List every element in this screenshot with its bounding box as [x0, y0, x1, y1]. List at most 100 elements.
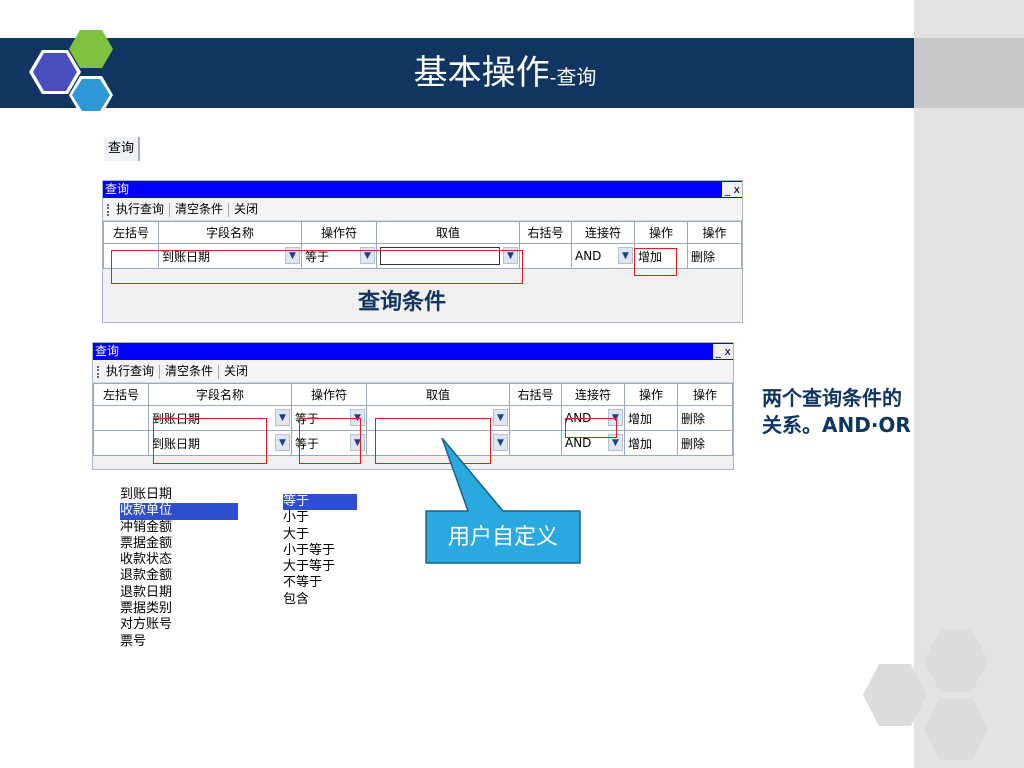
query-button[interactable]: 查询: [104, 137, 141, 161]
side-note: 两个查询条件的 关系。AND·OR: [762, 385, 911, 439]
column-header: 取值: [366, 383, 510, 406]
operator-value: 等于: [295, 436, 320, 451]
column-header: 右括号: [509, 383, 562, 406]
field-option-item[interactable]: 票号: [120, 634, 238, 650]
clear-conditions-button[interactable]: 清空条件: [165, 364, 213, 378]
connector-value: AND: [575, 249, 602, 263]
chevron-down-icon[interactable]: ▼: [360, 247, 375, 264]
decorative-hexagons-icon: [863, 630, 988, 760]
toolbar-grip-icon: [97, 365, 102, 378]
left-bracket-input[interactable]: [93, 430, 149, 456]
clear-conditions-button[interactable]: 清空条件: [175, 202, 223, 216]
operator-option-item[interactable]: 不等于: [283, 575, 357, 591]
condition-caption: 查询条件: [357, 290, 446, 315]
toolbar-grip-icon: [107, 203, 112, 216]
column-header: 取值: [376, 221, 520, 244]
toolbar-separator: [218, 364, 220, 379]
operator-option-item[interactable]: 等于: [283, 494, 357, 511]
right-bracket-input[interactable]: [519, 243, 572, 269]
add-condition-link[interactable]: 增加: [634, 243, 688, 269]
chevron-down-icon[interactable]: ▼: [503, 247, 518, 264]
delete-condition-link[interactable]: 删除: [677, 405, 733, 431]
chevron-down-icon[interactable]: ▼: [285, 247, 300, 264]
operator-option-item[interactable]: 大于等于: [283, 559, 357, 575]
hexagon-logo-icon: [29, 30, 113, 114]
window-controls[interactable]: _ x: [713, 344, 733, 359]
table-row: 到账日期 ▼ 等于 ▼ ▼ AND ▼ 增加 删除: [103, 243, 742, 269]
add-condition-link[interactable]: 增加: [624, 405, 678, 431]
field-option-item[interactable]: 退款日期: [120, 585, 238, 601]
table-header-row: 左括号 字段名称 操作符 取值 右括号 连接符 操作 操作: [93, 383, 733, 406]
left-bracket-input[interactable]: [93, 405, 149, 431]
chevron-down-icon[interactable]: ▼: [275, 434, 290, 451]
side-note-line1: 两个查询条件的: [762, 386, 902, 410]
toolbar: 执行查询 清空条件 关闭: [93, 360, 733, 383]
operator-select[interactable]: 等于 ▼: [291, 405, 367, 431]
chevron-down-icon[interactable]: ▼: [275, 409, 290, 426]
panel-titlebar: 查询 _ x: [93, 343, 733, 360]
field-option-item[interactable]: 冲销金额: [120, 520, 238, 536]
field-option-item[interactable]: 收款状态: [120, 552, 238, 568]
chevron-down-icon[interactable]: ▼: [350, 434, 365, 451]
operator-option-item[interactable]: 小于: [283, 510, 357, 526]
field-option-item[interactable]: 收款单位: [120, 503, 238, 520]
window-controls[interactable]: _ x: [722, 182, 742, 197]
chevron-down-icon[interactable]: ▼: [618, 247, 633, 264]
operator-option-item[interactable]: 大于: [283, 527, 357, 543]
field-name-value: 到账日期: [152, 411, 201, 426]
operator-option-item[interactable]: 包含: [283, 592, 357, 608]
field-option-item[interactable]: 票据类别: [120, 601, 238, 617]
left-bracket-input[interactable]: [103, 243, 159, 269]
toolbar: 执行查询 清空条件 关闭: [103, 198, 742, 221]
connector-select[interactable]: AND ▼: [561, 405, 625, 431]
add-condition-link[interactable]: 增加: [624, 430, 678, 456]
chevron-down-icon[interactable]: ▼: [350, 409, 365, 426]
value-select[interactable]: ▼: [376, 243, 520, 269]
column-header: 连接符: [561, 383, 625, 406]
chevron-down-icon[interactable]: ▼: [608, 409, 623, 426]
close-button[interactable]: 关闭: [234, 202, 258, 216]
column-header: 操作: [624, 383, 678, 406]
field-name-select[interactable]: 到账日期 ▼: [158, 243, 302, 269]
toolbar-separator: [228, 202, 230, 217]
field-name-select[interactable]: 到账日期 ▼: [148, 405, 292, 431]
panel-titlebar: 查询 _ x: [103, 181, 742, 198]
column-header: 操作: [634, 221, 688, 244]
table-row: 到账日期 ▼ 等于 ▼ ▼ AND ▼ 增加 删除: [93, 405, 733, 431]
field-option-item[interactable]: 票据金额: [120, 536, 238, 552]
delete-condition-link[interactable]: 删除: [687, 243, 742, 269]
side-note-line2: 关系。AND·OR: [762, 413, 911, 437]
column-header: 右括号: [519, 221, 572, 244]
operator-option-item[interactable]: 小于等于: [283, 543, 357, 559]
chevron-down-icon[interactable]: ▼: [493, 409, 508, 426]
operator-value: 等于: [295, 411, 320, 426]
field-name-value: 到账日期: [162, 249, 211, 264]
field-name-select[interactable]: 到账日期 ▼: [148, 430, 292, 456]
right-bracket-input[interactable]: [509, 405, 562, 431]
slide-title-sub: -查询: [549, 65, 597, 89]
slide-title-main: 基本操作: [413, 53, 550, 93]
field-name-value: 到账日期: [152, 436, 201, 451]
field-option-item[interactable]: 到账日期: [120, 487, 238, 503]
callout-text: 用户自定义: [448, 525, 558, 550]
connector-select[interactable]: AND ▼: [571, 243, 635, 269]
field-options-list: 到账日期 收款单位 冲销金额 票据金额 收款状态 退款金额 退款日期 票据类别 对方账号 票号: [120, 487, 238, 650]
column-header: 连接符: [571, 221, 635, 244]
table-header-row: 左括号 字段名称 操作符 取值 右括号 连接符 操作 操作: [103, 221, 742, 244]
column-header: 操作符: [291, 383, 367, 406]
operator-value: 等于: [305, 249, 330, 264]
operator-options-list: 等于 小于 大于 小于等于 大于等于 不等于 包含: [283, 494, 357, 608]
value-input[interactable]: [380, 247, 500, 265]
close-button[interactable]: 关闭: [224, 364, 248, 378]
operator-select[interactable]: 等于 ▼: [301, 243, 377, 269]
connector-value: AND: [565, 411, 592, 425]
value-select[interactable]: ▼: [366, 405, 510, 431]
field-option-item[interactable]: 退款金额: [120, 568, 238, 584]
chevron-down-icon[interactable]: ▼: [608, 434, 623, 451]
execute-query-button[interactable]: 执行查询: [106, 364, 154, 378]
operator-select[interactable]: 等于 ▼: [291, 430, 367, 456]
column-header: 左括号: [93, 383, 149, 406]
execute-query-button[interactable]: 执行查询: [116, 202, 164, 216]
delete-condition-link[interactable]: 删除: [677, 430, 733, 456]
field-option-item[interactable]: 对方账号: [120, 617, 238, 633]
